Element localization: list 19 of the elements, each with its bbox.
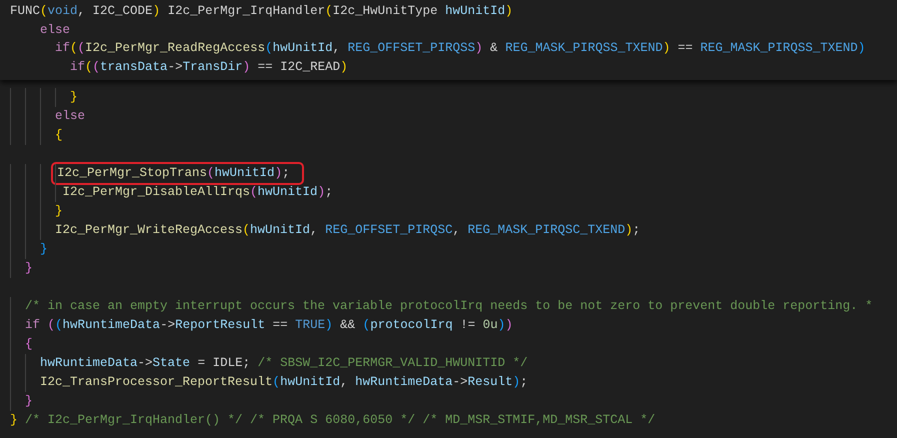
code-line: /* in case an empty interrupt occurs the variable protocolIrq needs to be not zero to prevent double reporting. * (25, 298, 873, 315)
code-line: I2c_TransProcessor_ReportResult(hwUnitId, hwRuntimeData->Result); (40, 374, 528, 391)
code-line: } (70, 88, 78, 106)
code-line: else (40, 22, 70, 39)
code-line: if((transData->TransDir) == I2C_READ) (70, 59, 348, 76)
code-line: hwRuntimeData->State = IDLE; /* SBSW_I2C_PERMGR_VALID_HWUNITID */ (40, 354, 528, 372)
code-line: if((I2c_PerMgr_ReadRegAccess(hwUnitId, REG_OFFSET_PIRQSS) & REG_MASK_PIRQSS_TXEND) == REG_MASK_PIRQSS_TXEND) (55, 40, 866, 58)
code-line: } (25, 260, 33, 277)
code-line: } (55, 202, 63, 220)
code-line: } /* I2c_PerMgr_IrqHandler() */ /* PRQA S 6080,6050 */ /* MD_MSR_STMIF,MD_MSR_STCAL */ (10, 412, 656, 429)
code-line: { (55, 126, 63, 144)
code-line: else (55, 108, 86, 125)
code-line: FUNC(void, I2C_CODE) I2c_PerMgr_IrqHandler(I2c_HwUnitType hwUnitId) (10, 2, 513, 20)
code-line: I2c_PerMgr_DisableAllIrqs(hwUnitId); (62, 184, 333, 201)
code-line: } (40, 240, 48, 258)
code-line: { (25, 336, 33, 353)
code-line: if ((hwRuntimeData->ReportResult == TRUE) && (protocolIrq != 0u)) (25, 316, 513, 334)
code-line: } (25, 392, 33, 410)
code-line: I2c_PerMgr_WriteRegAccess(hwUnitId, REG_OFFSET_PIRQSC, REG_MASK_PIRQSC_TXEND); (55, 222, 640, 239)
